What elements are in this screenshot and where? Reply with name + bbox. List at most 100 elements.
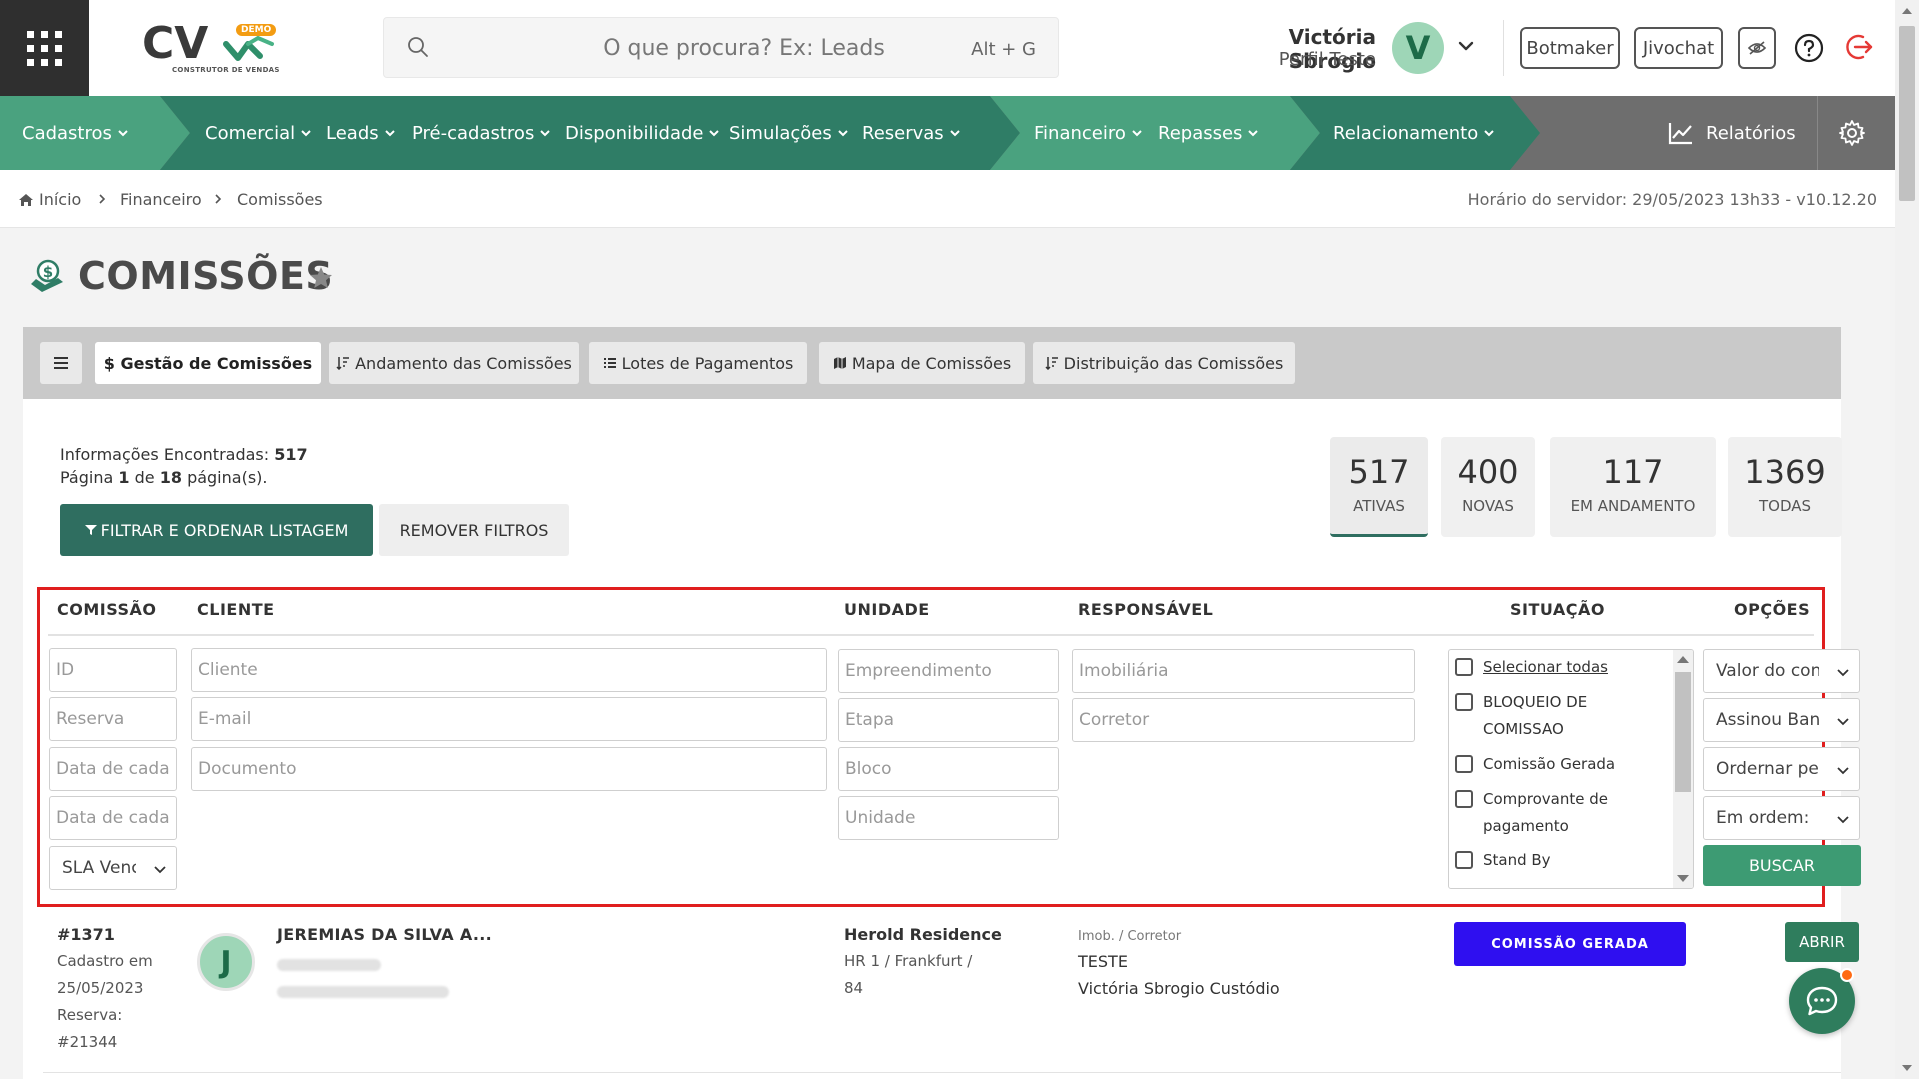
page-label: Página (60, 468, 114, 487)
nav-divider (1817, 96, 1818, 170)
ordenar-select[interactable]: Ordernar pelo (1703, 747, 1860, 791)
stat-ativas[interactable]: 517 ATIVAS (1330, 437, 1428, 537)
empreendimento-filter-input[interactable] (838, 649, 1059, 693)
breadcrumb-label: Início (39, 190, 82, 209)
open-button[interactable]: ABRIR (1785, 922, 1859, 962)
stat-em-andamento[interactable]: 117 EM ANDAMENTO (1550, 437, 1716, 537)
info-found: Informações Encontradas: 517 (60, 445, 308, 464)
breadcrumb-financeiro[interactable]: Financeiro (120, 190, 202, 209)
situacao-scrollbar[interactable] (1673, 650, 1693, 888)
breadcrumb-label: Comissões (237, 190, 323, 209)
scroll-thumb[interactable] (1899, 26, 1915, 201)
chevron-down-icon[interactable] (1456, 36, 1476, 56)
cliente-filter-input[interactable] (191, 648, 827, 692)
nav-reservas[interactable]: Reservas (862, 96, 962, 170)
checkbox[interactable] (1455, 658, 1473, 676)
etapa-filter-input[interactable] (838, 698, 1059, 742)
page-scrollbar[interactable] (1895, 0, 1919, 1079)
tab-andamento-comissoes[interactable]: Andamento das Comissões (329, 342, 579, 384)
header-divider (48, 634, 1814, 636)
reserva-filter-input[interactable] (49, 697, 177, 741)
situacao-list[interactable]: Selecionar todas BLOQUEIO DE COMISSAO Co… (1448, 649, 1694, 889)
nav-simulacoes[interactable]: Simulações (729, 96, 850, 170)
status-badge: COMISSÃO GERADA (1454, 922, 1686, 966)
jivochat-button[interactable]: Jivochat (1634, 27, 1723, 69)
row-empreendimento: Herold Residence (844, 925, 1002, 944)
search-input[interactable] (514, 32, 974, 64)
situacao-stand-by[interactable]: Stand By (1455, 847, 1665, 874)
tab-mapa-comissoes[interactable]: Mapa de Comissões (819, 342, 1025, 384)
documento-filter-input[interactable] (191, 747, 827, 791)
scroll-up-icon[interactable] (1902, 8, 1912, 14)
nav-relatorios[interactable]: Relatórios (1668, 96, 1796, 170)
stat-novas[interactable]: 400 NOVAS (1441, 437, 1535, 537)
sla-select-value: SLA Vencido (62, 858, 136, 878)
header-situacao: SITUAÇÃO (1510, 600, 1605, 619)
botmaker-button[interactable]: Botmaker (1520, 27, 1620, 69)
data-cadastro-end-input[interactable] (49, 796, 177, 840)
sort-icon (336, 357, 350, 370)
tab-menu-button[interactable] (40, 342, 82, 384)
checkbox[interactable] (1455, 790, 1473, 808)
client-avatar: J (197, 933, 255, 991)
star-icon[interactable] (308, 265, 334, 291)
help-icon[interactable] (1794, 33, 1824, 63)
breadcrumb-home[interactable]: Início (18, 190, 81, 209)
scroll-up-icon[interactable] (1677, 656, 1689, 663)
situacao-select-all[interactable]: Selecionar todas (1455, 654, 1665, 681)
nav-financeiro[interactable]: Financeiro (1034, 96, 1144, 170)
nav-comercial[interactable]: Comercial (205, 96, 313, 170)
id-filter-input[interactable] (49, 648, 177, 692)
nav-leads[interactable]: Leads (326, 96, 397, 170)
filter-order-button[interactable]: FILTRAR E ORDENAR LISTAGEM (60, 504, 373, 556)
ordem-select[interactable]: Em ordem: (1703, 796, 1860, 840)
situacao-comissao-gerada[interactable]: Comissão Gerada (1455, 751, 1665, 778)
email-filter-input[interactable] (191, 697, 827, 741)
bloco-filter-input[interactable] (838, 747, 1059, 791)
scroll-thumb[interactable] (1675, 672, 1691, 792)
situacao-bloqueio[interactable]: BLOQUEIO DE COMISSAO (1455, 689, 1665, 743)
assinou-banco-select[interactable]: Assinou Banco (1703, 698, 1860, 742)
nav-label: Relacionamento (1333, 122, 1479, 144)
situacao-label: Stand By (1483, 851, 1551, 869)
nav-relatorios-label: Relatórios (1706, 122, 1796, 144)
data-cadastro-start-input[interactable] (49, 747, 177, 791)
header-unidade: UNIDADE (844, 600, 930, 619)
checkbox[interactable] (1455, 851, 1473, 869)
tab-gestao-comissoes[interactable]: $ Gestão de Comissões (95, 342, 321, 384)
checkbox[interactable] (1455, 755, 1473, 773)
tab-distribuicao-comissoes[interactable]: Distribuição das Comissões (1033, 342, 1295, 384)
server-time: Horário do servidor: 29/05/2023 13h33 - … (1467, 190, 1877, 209)
sla-select[interactable]: SLA Vencido (49, 846, 177, 890)
info-found-label: Informações Encontradas: (60, 445, 270, 464)
buscar-button[interactable]: BUSCAR (1703, 845, 1861, 886)
user-profile[interactable]: Perfil Teste (1214, 49, 1376, 70)
global-search[interactable]: Alt + G (383, 17, 1059, 78)
hide-values-button[interactable] (1738, 27, 1776, 69)
row-client-name[interactable]: JEREMIAS DA SILVA A... (277, 925, 492, 944)
settings-button[interactable] (1838, 96, 1866, 170)
nav-relacionamento[interactable]: Relacionamento (1333, 96, 1496, 170)
logo[interactable]: CV DEMO CONSTRUTOR DE VENDAS (140, 18, 280, 78)
remove-filters-button[interactable]: REMOVER FILTROS (379, 504, 569, 556)
nav-pre-cadastros[interactable]: Pré-cadastros (412, 96, 552, 170)
corretor-filter-input[interactable] (1072, 698, 1415, 742)
valor-select[interactable]: Valor do contrato (1703, 649, 1860, 693)
scroll-down-icon[interactable] (1902, 1065, 1912, 1071)
tab-bar: $ Gestão de Comissões Andamento das Comi… (23, 327, 1841, 399)
stat-todas[interactable]: 1369 TODAS (1728, 437, 1842, 537)
imobiliaria-filter-input[interactable] (1072, 649, 1415, 693)
breadcrumb-label: Financeiro (120, 190, 202, 209)
nav-repasses[interactable]: Repasses (1158, 96, 1260, 170)
checkbox[interactable] (1455, 693, 1473, 711)
nav-disponibilidade[interactable]: Disponibilidade (565, 96, 721, 170)
chevron-down-icon (154, 866, 166, 874)
logout-icon[interactable] (1843, 31, 1875, 63)
tab-lotes-pagamentos[interactable]: Lotes de Pagamentos (589, 342, 807, 384)
unidade-filter-input[interactable] (838, 796, 1059, 840)
scroll-down-icon[interactable] (1677, 875, 1689, 882)
situacao-comprovante[interactable]: Comprovante de pagamento (1455, 786, 1665, 840)
user-avatar[interactable]: V (1392, 22, 1444, 74)
nav-cadastros[interactable]: Cadastros (22, 96, 130, 170)
apps-menu-button[interactable] (0, 0, 89, 96)
